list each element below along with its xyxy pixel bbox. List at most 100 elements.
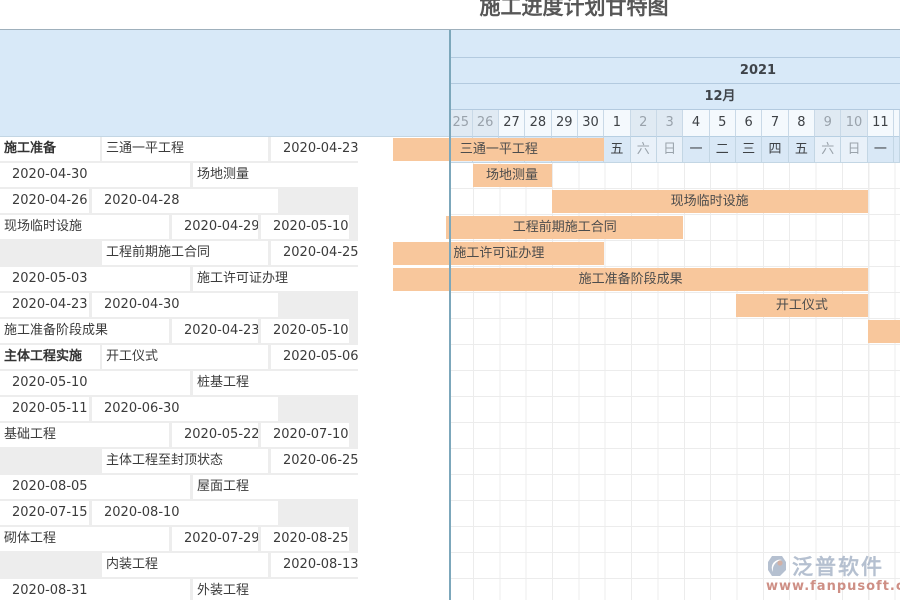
task-cell: 2020-06-25 <box>271 449 358 473</box>
task-row[interactable]: 主体工程至封顶状态2020-06-25 <box>0 449 450 475</box>
task-row[interactable]: 2020-05-10桩基工程 <box>0 371 450 397</box>
task-row[interactable]: 2020-08-05屋面工程 <box>0 475 450 501</box>
brand-url: www.fanpusoft.com <box>766 579 900 594</box>
task-row[interactable]: 施工准备阶段成果2020-04-232020-05-10 <box>0 319 450 345</box>
task-cell: 2020-04-30 <box>0 163 190 187</box>
header-left-block <box>0 30 450 137</box>
task-cell: 主体工程至封顶状态 <box>102 449 268 473</box>
weekday-cell: 五 <box>789 137 815 163</box>
weekday-cell: 四 <box>762 137 788 163</box>
day-cell: 25 <box>450 110 473 137</box>
task-cell: 主体工程实施 <box>0 345 100 369</box>
gantt-bar[interactable]: 现场临时设施 <box>552 190 868 213</box>
task-cell: 2020-08-31 <box>0 579 190 600</box>
weekday-cell: 六 <box>631 137 657 163</box>
day-cell: 9 <box>815 110 841 137</box>
weekday-cell: 一 <box>868 137 894 163</box>
gantt-bar[interactable]: 工程前期施工合同 <box>446 216 683 239</box>
task-cell: 屋面工程 <box>193 475 358 499</box>
day-cell: 7 <box>762 110 788 137</box>
task-row[interactable]: 工程前期施工合同2020-04-25 <box>0 241 450 267</box>
day-cell: 26 <box>473 110 499 137</box>
gantt-bar[interactable]: 三通一平工程 <box>393 138 604 161</box>
task-cell: 2020-07-15 <box>0 501 89 525</box>
task-row[interactable]: 2020-07-152020-08-10 <box>0 501 450 527</box>
task-cell: 2020-08-25 <box>261 527 349 551</box>
task-row[interactable]: 砌体工程2020-07-292020-08-25 <box>0 527 450 553</box>
task-row[interactable]: 2020-05-112020-06-30 <box>0 397 450 423</box>
gantt-bar[interactable] <box>868 320 900 343</box>
gantt-bar[interactable]: 施工准备阶段成果 <box>393 268 867 291</box>
day-cell <box>894 110 900 137</box>
task-cell: 2020-04-23 <box>0 293 89 317</box>
day-cell: 2 <box>631 110 657 137</box>
timeline-header-blank-row <box>450 30 900 58</box>
task-cell: 2020-05-10 <box>0 371 190 395</box>
task-row[interactable]: 现场临时设施2020-04-292020-05-10 <box>0 215 450 241</box>
task-cell: 2020-05-06 <box>271 345 358 369</box>
weekday-cell: 三 <box>736 137 762 163</box>
gantt-bar[interactable]: 施工许可证办理 <box>393 242 604 265</box>
day-cell: 6 <box>736 110 762 137</box>
task-row[interactable]: 2020-04-232020-04-30 <box>0 293 450 319</box>
day-cell: 29 <box>552 110 578 137</box>
task-cell: 2020-04-25 <box>271 241 358 265</box>
task-row[interactable]: 2020-04-30场地测量 <box>0 163 450 189</box>
task-cell: 2020-05-10 <box>261 215 349 239</box>
day-cell: 8 <box>789 110 815 137</box>
day-cell: 1 <box>604 110 630 137</box>
day-cell: 5 <box>710 110 736 137</box>
weekday-cell: 五 <box>604 137 630 163</box>
brand-logo-icon <box>766 554 790 578</box>
task-cell: 施工许可证办理 <box>193 267 358 291</box>
task-row[interactable]: 基础工程2020-05-222020-07-10 <box>0 423 450 449</box>
weekday-cell: 二 <box>710 137 736 163</box>
task-cell: 砌体工程 <box>0 527 169 551</box>
year-label: 2021 <box>728 58 788 84</box>
task-row[interactable]: 2020-04-262020-04-28 <box>0 189 450 215</box>
weekday-cell <box>894 137 900 163</box>
task-row[interactable]: 2020-08-31外装工程 <box>0 579 450 600</box>
task-cell: 2020-08-05 <box>0 475 190 499</box>
task-cell: 2020-05-10 <box>261 319 349 343</box>
gantt-bar[interactable]: 场地测量 <box>473 164 552 187</box>
task-cell: 2020-07-29 <box>172 527 258 551</box>
task-row[interactable]: 2020-05-03施工许可证办理 <box>0 267 450 293</box>
day-cell: 30 <box>578 110 604 137</box>
day-cell: 28 <box>525 110 551 137</box>
day-cell: 4 <box>683 110 709 137</box>
gantt-page: 施工进度计划甘特图 2021 12月 252627282930123456789… <box>0 0 900 600</box>
task-cell: 开工仪式 <box>102 345 268 369</box>
weekday-cell: 一 <box>683 137 709 163</box>
task-row[interactable]: 内装工程2020-08-13 <box>0 553 450 579</box>
task-cell: 工程前期施工合同 <box>102 241 268 265</box>
task-row[interactable]: 主体工程实施开工仪式2020-05-06 <box>0 345 450 371</box>
task-cell: 2020-08-10 <box>92 501 278 525</box>
task-cell: 2020-08-13 <box>271 553 358 577</box>
weekday-cell: 日 <box>657 137 683 163</box>
task-cell: 外装工程 <box>193 579 358 600</box>
task-cell: 2020-04-23 <box>271 137 358 161</box>
task-cell: 2020-05-03 <box>0 267 190 291</box>
timeline-header-year-row <box>450 58 900 84</box>
task-cell: 2020-07-10 <box>261 423 349 447</box>
day-cell: 27 <box>499 110 525 137</box>
weekday-cell: 六 <box>815 137 841 163</box>
task-row[interactable]: 施工准备三通一平工程2020-04-23 <box>0 137 450 163</box>
task-cell: 2020-04-23 <box>172 319 258 343</box>
weekday-cell: 日 <box>841 137 867 163</box>
page-title: 施工进度计划甘特图 <box>454 0 694 21</box>
task-cell: 2020-04-28 <box>92 189 278 213</box>
timeline-header-month-row <box>450 84 900 110</box>
gantt-bar[interactable]: 开工仪式 <box>736 294 868 317</box>
task-cell: 基础工程 <box>0 423 169 447</box>
task-cell: 场地测量 <box>193 163 358 187</box>
task-cell: 2020-05-11 <box>0 397 89 421</box>
task-cell: 2020-04-29 <box>172 215 258 239</box>
brand-name: 泛普软件 <box>792 551 884 581</box>
task-cell: 2020-04-30 <box>92 293 278 317</box>
task-cell: 2020-04-26 <box>0 189 89 213</box>
task-cell: 2020-06-30 <box>92 397 278 421</box>
day-cell: 10 <box>841 110 867 137</box>
task-cell: 内装工程 <box>102 553 268 577</box>
